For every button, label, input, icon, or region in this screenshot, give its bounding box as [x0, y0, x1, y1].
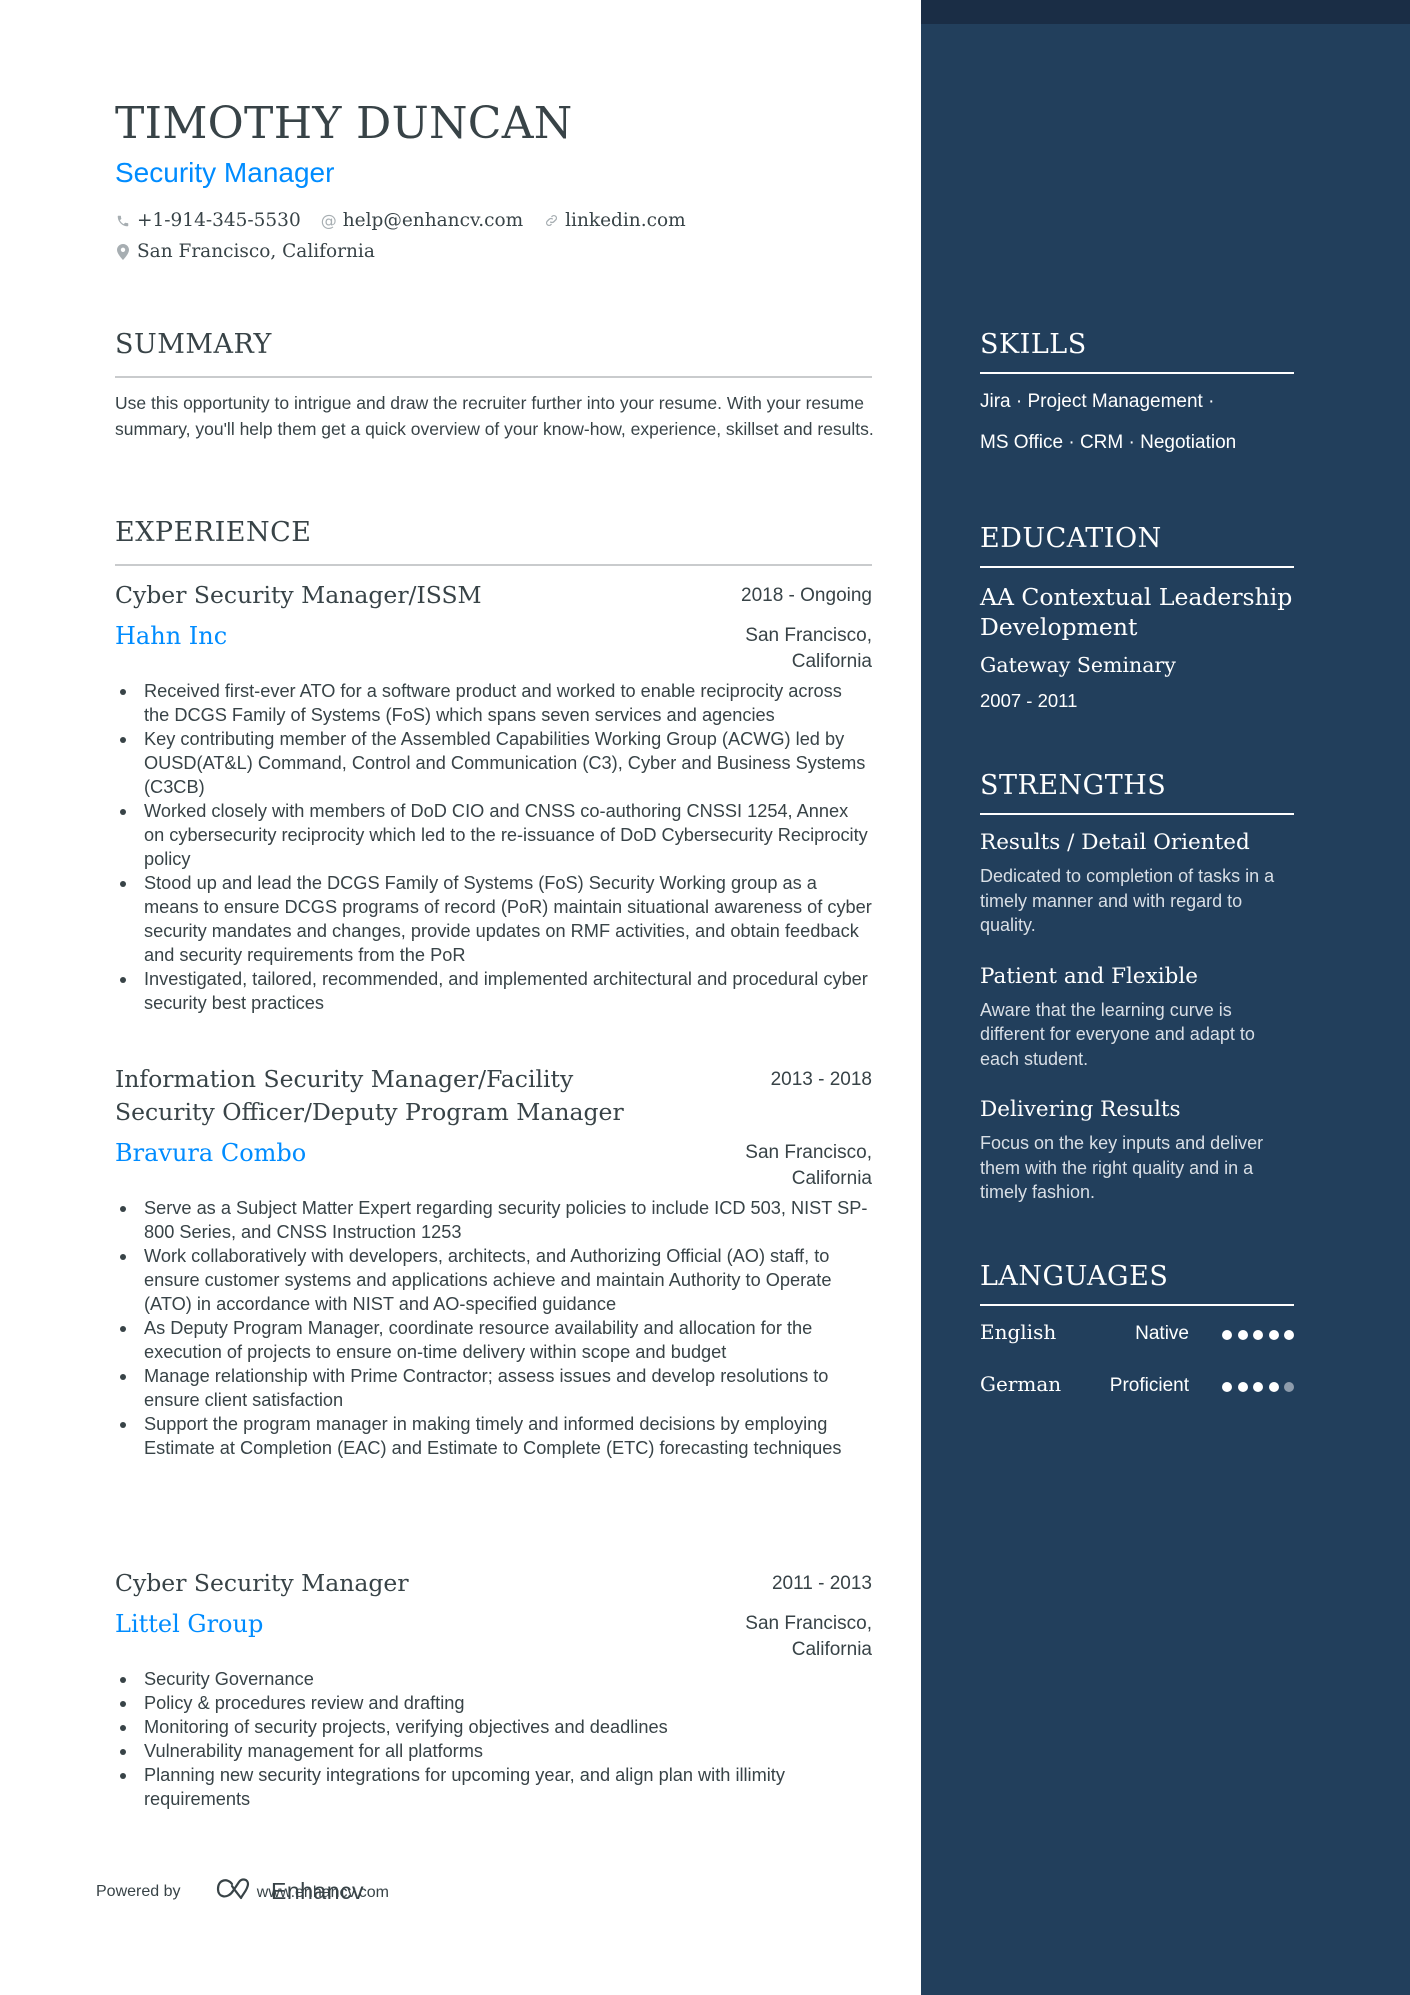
strength-title: Results / Detail Oriented [980, 830, 1250, 855]
languages-heading: LANGUAGES [980, 1261, 1169, 1292]
location-pin-icon [115, 243, 131, 260]
job-dates: 2013 - 2018 [770, 1069, 872, 1090]
strength-title: Patient and Flexible [980, 963, 1199, 989]
summary-heading: SUMMARY [115, 329, 272, 360]
job-location: San Francisco, California [745, 1142, 872, 1189]
strengths-section: STRENGTHS Results / Detail Oriented Dedi… [980, 770, 1294, 1229]
rating-dot-filled [1237, 1330, 1248, 1340]
skills-divider [980, 372, 1294, 374]
languages-divider [980, 1304, 1294, 1306]
job-title: Cyber Security Manager [115, 1569, 409, 1597]
strength-item: Results / Detail Oriented Dedicated to c… [980, 828, 1294, 938]
rating-dot-filled [1284, 1330, 1294, 1340]
language-name: German [980, 1372, 1062, 1396]
powered-by-label: Powered by [96, 1883, 181, 1900]
experience-divider [115, 564, 872, 566]
bullet-item: Monitoring of security projects, verifyi… [115, 1715, 872, 1739]
bullet-item: Received first-ever ATO for a software p… [115, 679, 872, 727]
strength-title: Delivering Results [980, 1097, 1181, 1122]
education-heading: EDUCATION [980, 523, 1162, 554]
skills-line: Jira · Project Management · [980, 391, 1215, 412]
enhancv-logo-icon [215, 1877, 261, 1905]
rating-dot-empty [1284, 1382, 1294, 1392]
rating-dot-filled [1222, 1382, 1232, 1392]
strength-description: Dedicated to completion of tasks in a ti… [980, 866, 1275, 935]
bullet-item: Key contributing member of the Assembled… [115, 727, 872, 799]
bullet-item: Support the program manager in making ti… [115, 1412, 872, 1460]
education-school: Gateway Seminary [980, 653, 1176, 677]
language-name: English [980, 1320, 1057, 1344]
footer-url-link[interactable]: www.enhancv.com [257, 1884, 389, 1902]
phone-icon [115, 214, 131, 228]
strength-description: Aware that the learning curve is differe… [980, 999, 1255, 1069]
strengths-heading: STRENGTHS [980, 770, 1167, 801]
job-bullets: Received first-ever ATO for a software p… [115, 679, 872, 1015]
strength-item: Patient and Flexible Aware that the lear… [980, 962, 1294, 1072]
bullet-item: Worked closely with members of DoD CIO a… [115, 799, 872, 871]
sidebar-top-band [921, 0, 1410, 24]
link-icon [543, 213, 559, 228]
language-item: English Native [980, 1320, 1294, 1372]
experience-entry: Cyber Security Manager/ISSM 2018 - Ongoi… [115, 579, 872, 1015]
contact-phone[interactable]: +1-914-345-5530 [115, 210, 301, 231]
contact-email[interactable]: @ help@enhancv.com [321, 210, 523, 231]
job-bullets: Serve as a Subject Matter Expert regardi… [115, 1196, 872, 1460]
language-level: Proficient [1109, 1375, 1189, 1396]
bullet-item: As Deputy Program Manager, coordinate re… [115, 1316, 872, 1364]
contact-location: San Francisco, California [115, 241, 375, 262]
skills-heading: SKILLS [980, 329, 1087, 360]
job-bullets: Security Governance Policy & procedures … [115, 1667, 872, 1811]
education-section: EDUCATION AA Contextual Leadership Devel… [980, 523, 1294, 712]
rating-dot-filled [1268, 1382, 1279, 1392]
contact-row: +1-914-345-5530 @ help@enhancv.com linke… [115, 210, 706, 231]
bullet-item: Policy & procedures review and drafting [115, 1691, 872, 1715]
language-rating [1222, 1382, 1294, 1392]
bullet-item: Serve as a Subject Matter Expert regardi… [115, 1196, 872, 1244]
bullet-item: Work collaboratively with developers, ar… [115, 1244, 872, 1316]
education-degree: AA Contextual Leadership Development [980, 583, 1293, 641]
job-title: Information Security Manager/Facility Se… [115, 1065, 624, 1126]
candidate-name: TIMOTHY DUNCAN [115, 98, 573, 149]
summary-text: Use this opportunity to intrigue and dra… [115, 393, 874, 439]
experience-entry: Information Security Manager/Facility Se… [115, 1063, 872, 1460]
job-dates: 2011 - 2013 [771, 1573, 872, 1594]
language-level: Native [1135, 1323, 1189, 1344]
languages-section: LANGUAGES English Native German Proficie… [980, 1261, 1294, 1424]
rating-dot-filled [1253, 1382, 1263, 1392]
job-location: San Francisco, California [745, 625, 872, 672]
candidate-role: Security Manager [115, 157, 335, 188]
strengths-divider [980, 813, 1294, 815]
rating-dot-filled [1222, 1330, 1232, 1340]
skills-section: SKILLS Jira · Project Management · MS Of… [980, 329, 1294, 463]
experience-entry: Cyber Security Manager 2011 - 2013 Litte… [115, 1567, 872, 1811]
education-divider [980, 566, 1294, 568]
main-column: TIMOTHY DUNCAN Security Manager +1-914-3… [0, 0, 921, 1995]
skills-line: MS Office · CRM · Negotiation [980, 432, 1237, 453]
location-row: San Francisco, California [115, 241, 395, 262]
bullet-item: Planning new security integrations for u… [115, 1763, 872, 1811]
experience-heading: EXPERIENCE [115, 517, 312, 548]
bullet-item: Stood up and lead the DCGS Family of Sys… [115, 871, 872, 967]
job-location: San Francisco, California [745, 1613, 872, 1660]
bullet-item: Investigated, tailored, recommended, and… [115, 967, 872, 1015]
language-rating [1222, 1330, 1294, 1340]
language-item: German Proficient [980, 1372, 1294, 1424]
bullet-item: Security Governance [115, 1667, 872, 1691]
job-title: Cyber Security Manager/ISSM [115, 581, 482, 609]
bullet-item: Manage relationship with Prime Contracto… [115, 1364, 872, 1412]
rating-dot-filled [1237, 1382, 1248, 1392]
job-dates: 2018 - Ongoing [741, 585, 872, 606]
bullet-item: Vulnerability management for all platfor… [115, 1739, 872, 1763]
summary-divider [115, 376, 872, 378]
strength-description: Focus on the key inputs and deliver them… [980, 1133, 1264, 1202]
rating-dot-filled [1268, 1330, 1279, 1340]
at-icon: @ [320, 211, 337, 230]
strength-item: Delivering Results Focus on the key inpu… [980, 1095, 1294, 1205]
contact-linkedin[interactable]: linkedin.com [543, 210, 686, 231]
rating-dot-filled [1253, 1330, 1263, 1340]
education-dates: 2007 - 2011 [980, 690, 1078, 711]
